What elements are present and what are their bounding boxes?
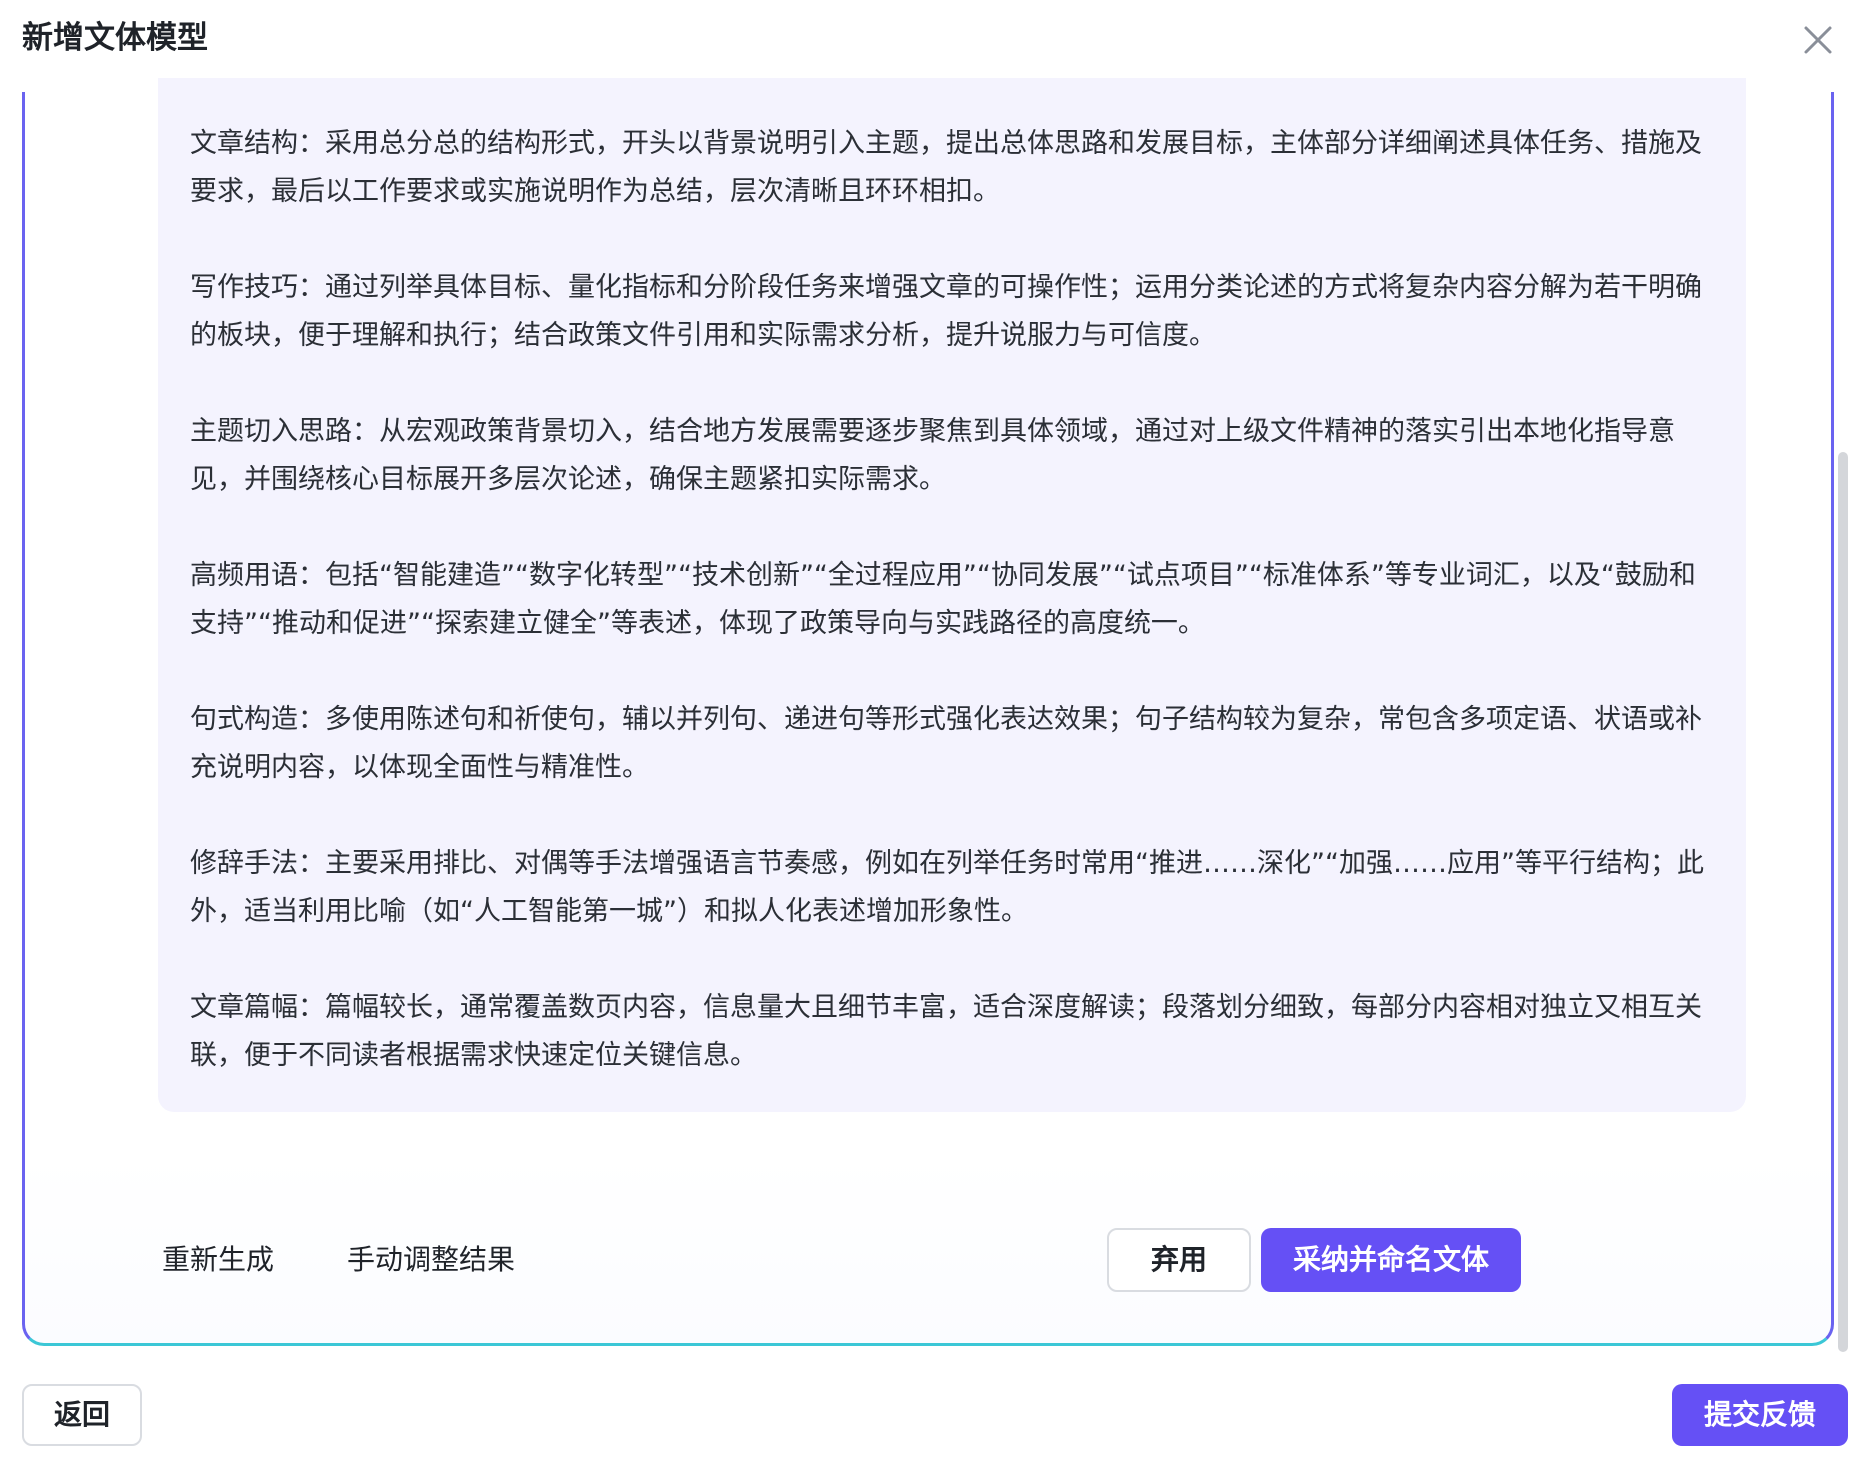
paragraph-frequent-terms: 高频用语：包括“智能建造”“数字化转型”“技术创新”“全过程应用”“协同发展”“…: [190, 560, 1696, 639]
scrollbar-thumb[interactable]: [1838, 452, 1848, 1352]
paragraph-writing-skills: 写作技巧：通过列举具体目标、量化指标和分阶段任务来增强文章的可操作性；运用分类论…: [190, 272, 1702, 351]
discard-button[interactable]: 弃用: [1107, 1228, 1251, 1292]
adopt-and-name-button[interactable]: 采纳并命名文体: [1261, 1228, 1521, 1292]
regenerate-button[interactable]: 重新生成: [162, 1240, 274, 1280]
paragraph-article-length: 文章篇幅：篇幅较长，通常覆盖数页内容，信息量大且细节丰富，适合深度解读；段落划分…: [190, 992, 1702, 1071]
paragraph-sentence-structure: 句式构造：多使用陈述句和祈使句，辅以并列句、递进句等形式强化表达效果；句子结构较…: [190, 704, 1702, 783]
result-panel: 文章结构：采用总分总的结构形式，开头以背景说明引入主题，提出总体思路和发展目标，…: [22, 78, 1834, 1346]
manual-adjust-button[interactable]: 手动调整结果: [347, 1240, 515, 1280]
dialog-title: 新增文体模型: [22, 20, 208, 56]
paragraph-article-structure: 文章结构：采用总分总的结构形式，开头以背景说明引入主题，提出总体思路和发展目标，…: [190, 128, 1702, 207]
back-button[interactable]: 返回: [22, 1384, 142, 1446]
style-model-dialog: 新增文体模型 文章结构：采用总分总的结构形式，开头以背景说明引入主题，提出总体思…: [0, 0, 1862, 1464]
close-icon: [1804, 26, 1832, 54]
dialog-footer: [0, 1364, 1862, 1464]
style-analysis-card: 文章结构：采用总分总的结构形式，开头以背景说明引入主题，提出总体思路和发展目标，…: [158, 78, 1746, 1112]
submit-feedback-button[interactable]: 提交反馈: [1672, 1384, 1848, 1446]
paragraph-rhetoric: 修辞手法：主要采用排比、对偶等手法增强语言节奏感，例如在列举任务时常用“推进………: [190, 848, 1704, 927]
close-button[interactable]: [1796, 18, 1840, 62]
paragraph-topic-approach: 主题切入思路：从宏观政策背景切入，结合地方发展需要逐步聚焦到具体领域，通过对上级…: [190, 416, 1675, 495]
